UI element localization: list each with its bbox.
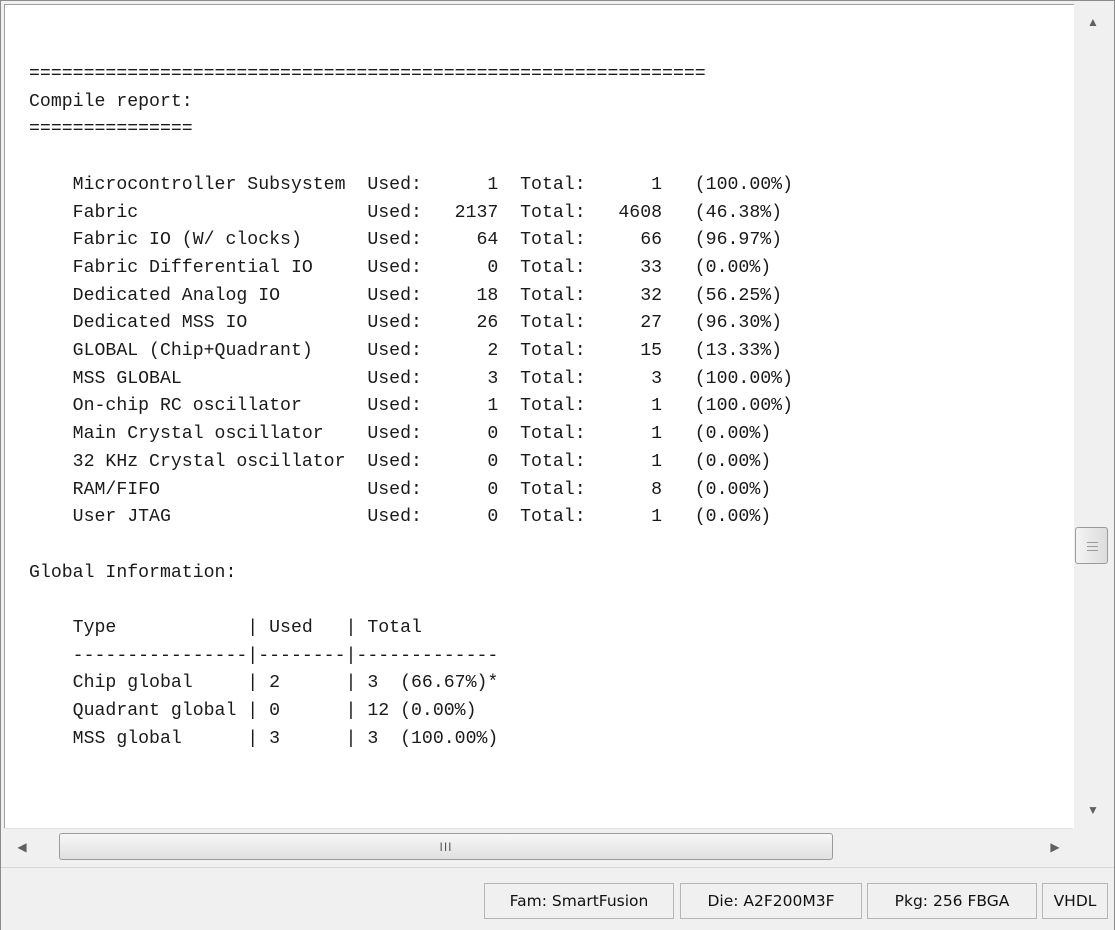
vertical-scroll-thumb[interactable] [1075, 527, 1108, 564]
report-line: ----------------|--------|------------- [29, 645, 499, 666]
status-language: VHDL [1042, 883, 1108, 919]
status-package: Pkg: 256 FBGA [867, 883, 1037, 919]
report-line: Microcontroller Subsystem Used: 1 Total:… [29, 174, 793, 195]
report-line: Dedicated MSS IO Used: 26 Total: 27 (96.… [29, 313, 783, 334]
vertical-scrollbar[interactable]: ▲ ▼ [1075, 4, 1111, 828]
report-line: Type | Used | Total [29, 618, 422, 639]
status-family: Fam: SmartFusion [484, 883, 674, 919]
report-line: GLOBAL (Chip+Quadrant) Used: 2 Total: 15… [29, 341, 783, 362]
horizontal-scrollbar[interactable]: ◀ III ▶ [4, 828, 1073, 865]
thumb-grip-line [1087, 550, 1098, 551]
report-line: =============== [29, 119, 193, 140]
report-line: Compile report: [29, 91, 193, 112]
report-line: Fabric Differential IO Used: 0 Total: 33… [29, 257, 772, 278]
status-die: Die: A2F200M3F [680, 883, 862, 919]
report-line: On-chip RC oscillator Used: 1 Total: 1 (… [29, 396, 793, 417]
thumb-grip-line [1087, 542, 1098, 543]
horizontal-scroll-thumb[interactable]: III [59, 833, 833, 860]
report-line: User JTAG Used: 0 Total: 1 (0.00%) [29, 507, 772, 528]
report-line: Fabric Used: 2137 Total: 4608 (46.38%) [29, 202, 783, 223]
report-line: Global Information: [29, 562, 237, 583]
report-line: Dedicated Analog IO Used: 18 Total: 32 (… [29, 285, 783, 306]
thumb-grip-line [1087, 546, 1098, 547]
report-line: Main Crystal oscillator Used: 0 Total: 1… [29, 424, 772, 445]
report-line: Quadrant global | 0 | 12 (0.00%) [29, 701, 477, 722]
status-bar: Fam: SmartFusion Die: A2F200M3F Pkg: 256… [1, 867, 1114, 930]
scrollbar-corner [1075, 828, 1111, 864]
thumb-grip-icon: III [439, 839, 453, 854]
report-window: ========================================… [0, 0, 1115, 930]
report-line: Chip global | 2 | 3 (66.67%)* [29, 673, 499, 694]
report-line: MSS GLOBAL Used: 3 Total: 3 (100.00%) [29, 368, 793, 389]
scroll-right-arrow-icon[interactable]: ▶ [1037, 829, 1073, 865]
compile-report-text: ========================================… [29, 61, 793, 754]
scroll-up-arrow-icon[interactable]: ▲ [1075, 4, 1111, 40]
report-line: 32 KHz Crystal oscillator Used: 0 Total:… [29, 451, 772, 472]
scroll-left-arrow-icon[interactable]: ◀ [4, 829, 40, 865]
report-line: RAM/FIFO Used: 0 Total: 8 (0.00%) [29, 479, 772, 500]
report-line: ========================================… [29, 64, 706, 84]
report-text-area[interactable]: ========================================… [4, 4, 1074, 829]
report-line: MSS global | 3 | 3 (100.00%) [29, 728, 499, 749]
scroll-down-arrow-icon[interactable]: ▼ [1075, 792, 1111, 828]
report-line: Fabric IO (W/ clocks) Used: 64 Total: 66… [29, 230, 783, 251]
